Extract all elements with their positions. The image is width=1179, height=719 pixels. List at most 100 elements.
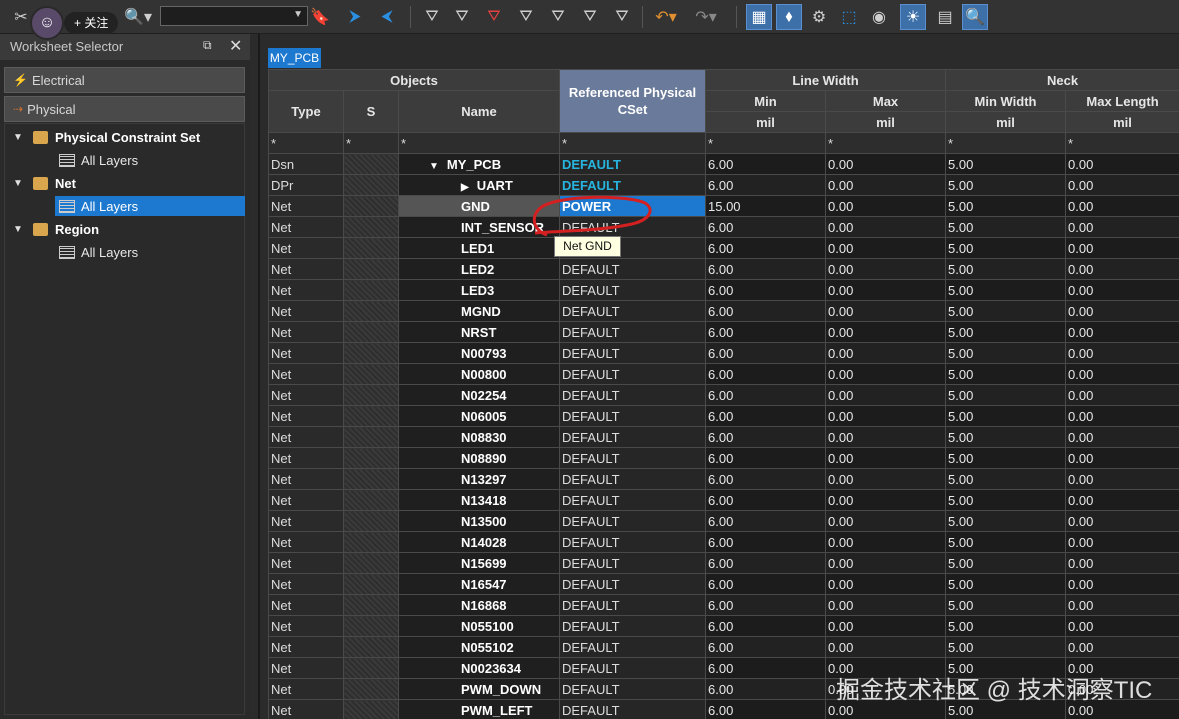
hierarchy-icon[interactable]: ⚙ [806, 4, 832, 30]
neck-max-length-cell[interactable]: 0.00 [1065, 468, 1179, 490]
min-width-header[interactable]: Min Width [945, 90, 1067, 112]
neck-min-width-cell[interactable]: 5.00 [945, 258, 1067, 280]
filter-cell[interactable]: * [559, 132, 706, 154]
neck-max-length-cell[interactable]: 0.00 [1065, 636, 1179, 658]
undo-icon[interactable]: ↶▾ [648, 4, 684, 30]
neck-max-length-cell[interactable]: 0.00 [1065, 615, 1179, 637]
line-width-min-cell[interactable]: 6.00 [705, 615, 826, 637]
max-header[interactable]: Max [824, 90, 947, 112]
filter-cell[interactable]: * [268, 132, 344, 154]
neck-min-width-cell[interactable]: 5.00 [945, 363, 1067, 385]
neck-min-width-cell[interactable]: 5.00 [945, 321, 1067, 343]
referenced-physical-cset-header[interactable]: Referenced Physical CSet [559, 69, 706, 133]
filter-warning-icon[interactable]: ⛛ [480, 4, 508, 30]
neck-max-length-cell[interactable]: 0.00 [1065, 510, 1179, 532]
line-width-min-cell[interactable]: 6.00 [705, 510, 826, 532]
table-row[interactable]: Net N08890 DEFAULT 6.00 0.00 5.00 0.00 [268, 447, 1179, 469]
table-row[interactable]: Net N14028 DEFAULT 6.00 0.00 5.00 0.00 [268, 531, 1179, 553]
expand-icon[interactable]: ▶ [461, 182, 469, 193]
filter-combobox[interactable]: ▼ [160, 6, 308, 26]
magnifier-icon[interactable]: 🔍 [962, 4, 988, 30]
line-width-max-cell[interactable]: 0.00 [824, 447, 947, 469]
neck-max-length-cell[interactable]: 0.00 [1065, 300, 1179, 322]
grid-view-icon[interactable]: ▦ [746, 4, 772, 30]
name-cell[interactable]: N16868 [398, 594, 560, 616]
type-cell[interactable]: Net [268, 615, 344, 637]
cset-cell[interactable]: DEFAULT [559, 594, 706, 616]
type-cell[interactable]: Net [268, 489, 344, 511]
line-width-min-cell[interactable]: 6.00 [705, 573, 826, 595]
tree-item-net[interactable]: ▼ Net [13, 173, 243, 193]
line-width-max-cell[interactable]: 0.00 [824, 363, 947, 385]
type-cell[interactable]: Net [268, 594, 344, 616]
neck-max-length-cell[interactable]: 0.00 [1065, 321, 1179, 343]
cset-cell[interactable]: DEFAULT [559, 342, 706, 364]
cset-cell[interactable]: DEFAULT [559, 321, 706, 343]
table-row[interactable]: Net N13500 DEFAULT 6.00 0.00 5.00 0.00 [268, 510, 1179, 532]
type-cell[interactable]: Net [268, 279, 344, 301]
table-row[interactable]: Net N055100 DEFAULT 6.00 0.00 5.00 0.00 [268, 615, 1179, 637]
name-cell[interactable]: N02254 [398, 384, 560, 406]
filter-icon[interactable]: ⛛ [418, 4, 446, 30]
cset-cell[interactable]: DEFAULT [559, 699, 706, 719]
table-row[interactable]: Net MGND DEFAULT 6.00 0.00 5.00 0.00 [268, 300, 1179, 322]
sun-icon[interactable]: ☀ [900, 4, 926, 30]
line-width-min-cell[interactable]: 6.00 [705, 531, 826, 553]
line-width-max-cell[interactable]: 0.00 [824, 342, 947, 364]
s-cell[interactable] [343, 531, 399, 553]
name-cell[interactable]: N15699 [398, 552, 560, 574]
neck-min-width-cell[interactable]: 5.00 [945, 237, 1067, 259]
table-row[interactable]: Net N15699 DEFAULT 6.00 0.00 5.00 0.00 [268, 552, 1179, 574]
max-length-header[interactable]: Max Length [1065, 90, 1179, 112]
line-width-min-cell[interactable]: 6.00 [705, 447, 826, 469]
type-cell[interactable]: Net [268, 447, 344, 469]
s-cell[interactable] [343, 426, 399, 448]
neck-min-width-cell[interactable]: 5.00 [945, 384, 1067, 406]
cset-cell[interactable]: DEFAULT [559, 678, 706, 700]
cset-cell[interactable]: DEFAULT [559, 384, 706, 406]
line-width-min-cell[interactable]: 6.00 [705, 279, 826, 301]
type-cell[interactable]: Net [268, 363, 344, 385]
line-width-max-cell[interactable]: 0.00 [824, 405, 947, 427]
cset-cell[interactable]: DEFAULT [559, 153, 706, 175]
table-row[interactable]: Net N00800 DEFAULT 6.00 0.00 5.00 0.00 [268, 363, 1179, 385]
neck-min-width-cell[interactable]: 5.00 [945, 552, 1067, 574]
name-cell[interactable]: N08890 [398, 447, 560, 469]
line-width-min-cell[interactable]: 6.00 [705, 468, 826, 490]
neck-max-length-cell[interactable]: 0.00 [1065, 342, 1179, 364]
type-cell[interactable]: Net [268, 405, 344, 427]
type-cell[interactable]: Net [268, 195, 344, 217]
s-cell[interactable] [343, 405, 399, 427]
s-cell[interactable] [343, 678, 399, 700]
table-row[interactable]: Net NRST DEFAULT 6.00 0.00 5.00 0.00 [268, 321, 1179, 343]
type-cell[interactable]: Dsn [268, 153, 344, 175]
table-row[interactable]: Net N06005 DEFAULT 6.00 0.00 5.00 0.00 [268, 405, 1179, 427]
line-width-max-cell[interactable]: 0.00 [824, 258, 947, 280]
name-cell[interactable]: LED1 [398, 237, 560, 259]
type-cell[interactable]: Net [268, 426, 344, 448]
name-cell[interactable]: ▶ UART [398, 174, 560, 196]
filter-cell[interactable]: * [343, 132, 399, 154]
neck-max-length-cell[interactable]: 0.00 [1065, 489, 1179, 511]
line-width-min-cell[interactable]: 6.00 [705, 636, 826, 658]
cset-cell[interactable]: DEFAULT [559, 552, 706, 574]
type-cell[interactable]: Net [268, 657, 344, 679]
type-cell[interactable]: Net [268, 321, 344, 343]
electrical-button[interactable]: ⚡ Electrical [4, 67, 245, 93]
type-cell[interactable]: Net [268, 510, 344, 532]
s-cell[interactable] [343, 237, 399, 259]
type-cell[interactable]: Net [268, 216, 344, 238]
type-cell[interactable]: Net [268, 384, 344, 406]
s-cell[interactable] [343, 447, 399, 469]
line-width-min-cell[interactable]: 6.00 [705, 657, 826, 679]
neck-max-length-cell[interactable]: 0.00 [1065, 153, 1179, 175]
neck-max-length-cell[interactable]: 0.00 [1065, 363, 1179, 385]
type-cell[interactable]: Net [268, 342, 344, 364]
type-header[interactable]: Type [268, 90, 344, 133]
name-cell[interactable]: N14028 [398, 531, 560, 553]
s-cell[interactable] [343, 699, 399, 719]
cset-cell[interactable]: DEFAULT [559, 363, 706, 385]
line-width-min-cell[interactable]: 6.00 [705, 258, 826, 280]
min-header[interactable]: Min [705, 90, 826, 112]
cset-cell[interactable]: DEFAULT [559, 636, 706, 658]
